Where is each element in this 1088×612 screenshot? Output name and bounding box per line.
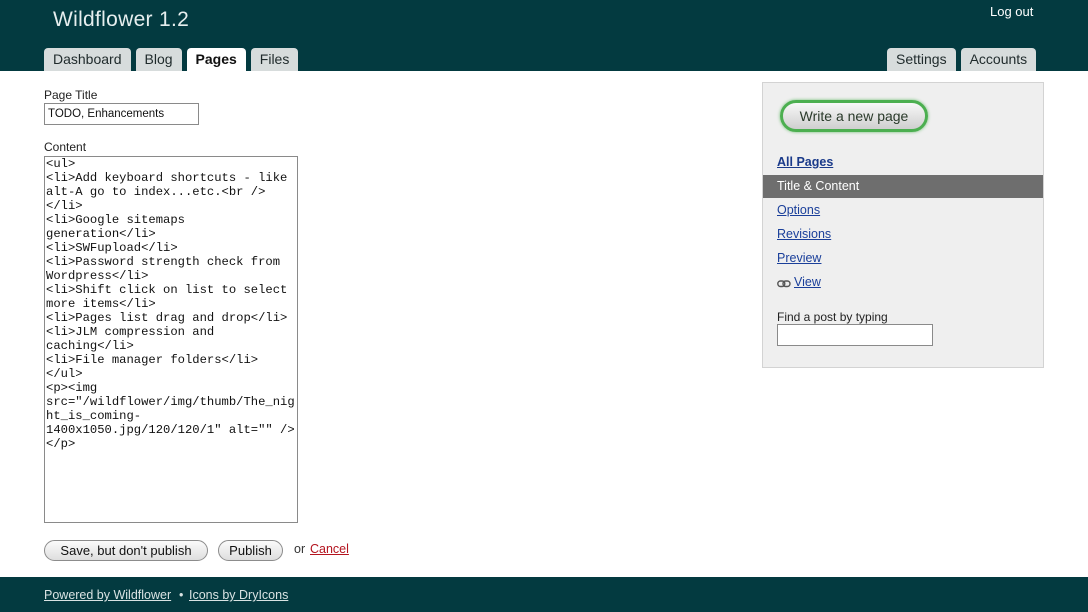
- sidebar-item-options[interactable]: Options: [777, 203, 820, 217]
- sidebar-item-preview[interactable]: Preview: [777, 251, 821, 265]
- page-title-input[interactable]: [44, 103, 199, 125]
- find-post-label: Find a post by typing: [777, 310, 888, 324]
- publish-button[interactable]: Publish: [218, 540, 283, 561]
- content-label: Content: [44, 140, 87, 154]
- sidebar-item-revisions[interactable]: Revisions: [777, 227, 831, 241]
- tab-blog[interactable]: Blog: [135, 48, 182, 71]
- icons-by-link[interactable]: Icons by DryIcons: [189, 588, 288, 602]
- tab-pages[interactable]: Pages: [186, 48, 246, 71]
- page-title-label: Page Title: [44, 88, 98, 102]
- content-textarea[interactable]: <ul> <li>Add keyboard shortcuts - like a…: [44, 156, 298, 523]
- tab-accounts[interactable]: Accounts: [960, 48, 1037, 71]
- sidebar-item-all-pages[interactable]: All Pages: [777, 155, 833, 169]
- write-new-page-button[interactable]: Write a new page: [780, 100, 928, 132]
- footer-separator: •: [179, 588, 184, 602]
- save-draft-button[interactable]: Save, but don't publish: [44, 540, 208, 561]
- sidebar-item-view[interactable]: View: [794, 275, 821, 289]
- link-chain-icon: [777, 280, 791, 288]
- admin-nav-tabs: Settings Accounts: [887, 48, 1037, 71]
- find-post-input[interactable]: [777, 324, 933, 346]
- header-bar: Wildflower 1.2 Log out Dashboard Blog Pa…: [0, 0, 1088, 71]
- tab-dashboard[interactable]: Dashboard: [44, 48, 131, 71]
- sidebar-item-title-content[interactable]: Title & Content: [763, 175, 1043, 198]
- app-title: Wildflower 1.2: [53, 8, 190, 31]
- sidebar-panel: Write a new page All Pages Title & Conte…: [762, 82, 1044, 368]
- main-nav-tabs: Dashboard Blog Pages Files: [44, 48, 299, 71]
- tab-files[interactable]: Files: [250, 48, 299, 71]
- or-text: or: [294, 542, 306, 556]
- tab-settings[interactable]: Settings: [887, 48, 956, 71]
- footer-bar: Powered by Wildflower • Icons by DryIcon…: [0, 577, 1088, 612]
- logout-link[interactable]: Log out: [990, 4, 1033, 19]
- powered-by-link[interactable]: Powered by Wildflower: [44, 588, 171, 602]
- cancel-link[interactable]: Cancel: [310, 542, 349, 556]
